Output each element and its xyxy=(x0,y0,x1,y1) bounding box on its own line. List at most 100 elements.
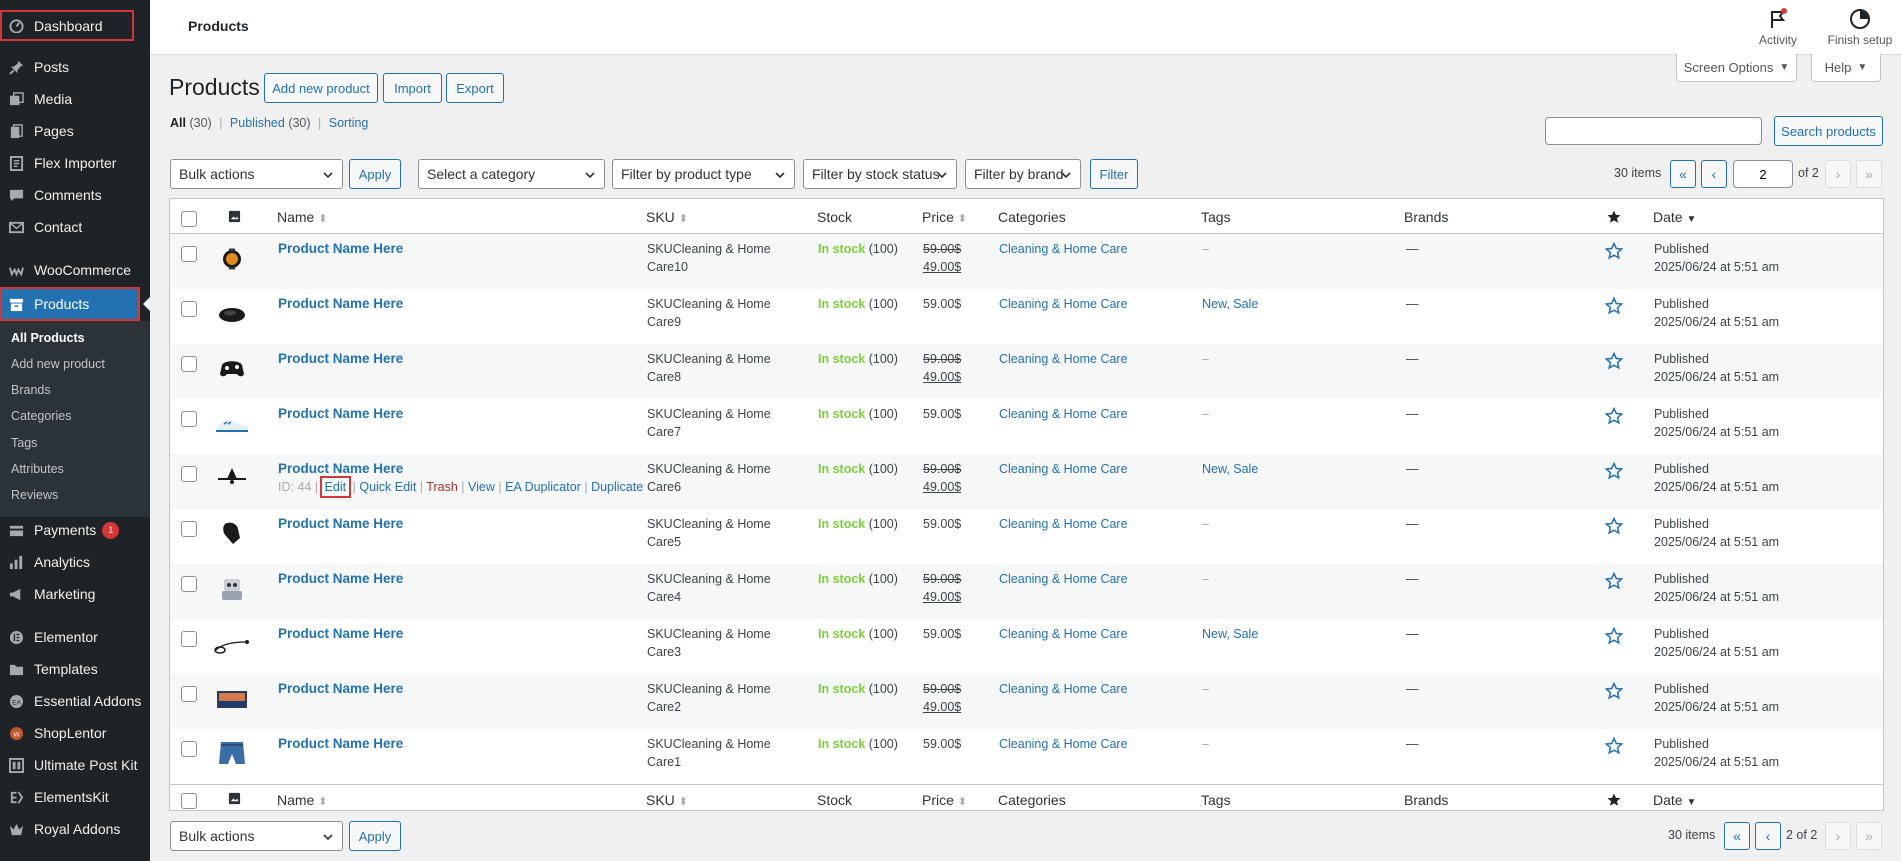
row-checkbox[interactable] xyxy=(181,576,197,592)
next-page-button-bottom[interactable]: › xyxy=(1825,822,1851,850)
screen-options-button[interactable]: Screen Options ▼ xyxy=(1676,54,1797,82)
help-button[interactable]: Help ▼ xyxy=(1811,54,1881,82)
glove-icon[interactable] xyxy=(216,518,248,550)
star-outline-icon[interactable] xyxy=(1605,682,1623,700)
row-checkbox[interactable] xyxy=(181,356,197,372)
product-name-link[interactable]: Product Name Here xyxy=(278,350,403,368)
next-page-button[interactable]: › xyxy=(1825,160,1851,188)
row-checkbox[interactable] xyxy=(181,686,197,702)
submenu-brands[interactable]: Brands xyxy=(11,383,51,397)
submenu-tags[interactable]: Tags xyxy=(11,436,37,450)
tags-cell[interactable]: New, Sale xyxy=(1202,625,1258,643)
menu-shoplentor[interactable]: W ShopLentor xyxy=(0,718,150,748)
menu-elementor[interactable]: Elementor xyxy=(0,622,150,652)
menu-products[interactable]: Products xyxy=(0,287,140,321)
star-outline-icon[interactable] xyxy=(1605,407,1623,425)
column-price[interactable]: Price ⬍ xyxy=(922,209,967,225)
bulk-actions-select-bottom[interactable]: Bulk actions xyxy=(170,821,343,851)
category-link[interactable]: Cleaning & Home Care xyxy=(999,735,1128,753)
star-outline-icon[interactable] xyxy=(1605,517,1623,535)
apply-button-bottom[interactable]: Apply xyxy=(349,821,401,851)
view-sorting[interactable]: Sorting xyxy=(329,116,369,130)
submenu-all-products[interactable]: All Products xyxy=(11,331,85,345)
menu-essential-addons[interactable]: EA Essential Addons xyxy=(0,686,150,716)
filter-button[interactable]: Filter xyxy=(1090,159,1138,189)
ea-duplicator-link[interactable]: EA Duplicator xyxy=(505,480,581,494)
product-name-link[interactable]: Product Name Here xyxy=(278,680,403,698)
product-name-link[interactable]: Product Name Here xyxy=(278,570,403,588)
tv-icon[interactable] xyxy=(216,683,248,715)
menu-pages[interactable]: Pages xyxy=(0,116,150,146)
product-name-link[interactable]: Product Name Here xyxy=(278,295,403,313)
category-link[interactable]: Cleaning & Home Care xyxy=(999,350,1128,368)
column-sku[interactable]: SKU ⬍ xyxy=(646,209,688,225)
product-name-link[interactable]: Product Name Here xyxy=(278,240,403,258)
add-new-product-button[interactable]: Add new product xyxy=(264,73,378,103)
search-products-button[interactable]: Search products xyxy=(1774,116,1883,146)
prev-page-button[interactable]: ‹ xyxy=(1701,160,1727,188)
menu-payments[interactable]: Payments 1 xyxy=(0,515,150,545)
row-checkbox[interactable] xyxy=(181,411,197,427)
star-outline-icon[interactable] xyxy=(1605,462,1623,480)
category-link[interactable]: Cleaning & Home Care xyxy=(999,680,1128,698)
menu-comments[interactable]: Comments xyxy=(0,180,150,210)
tags-cell[interactable]: New, Sale xyxy=(1202,460,1258,478)
category-select[interactable]: Select a category xyxy=(418,159,605,189)
prev-page-button-bottom[interactable]: ‹ xyxy=(1755,822,1781,850)
mouse-icon[interactable] xyxy=(216,298,248,330)
submenu-categories[interactable]: Categories xyxy=(11,409,71,423)
star-outline-icon[interactable] xyxy=(1605,352,1623,370)
product-name-link[interactable]: Product Name Here xyxy=(278,735,403,753)
shorts-icon[interactable] xyxy=(216,738,248,770)
category-link[interactable]: Cleaning & Home Care xyxy=(999,625,1128,643)
column-date[interactable]: Date ▼ xyxy=(1653,792,1696,808)
current-page-input[interactable] xyxy=(1733,160,1793,188)
row-checkbox[interactable] xyxy=(181,741,197,757)
menu-contact[interactable]: Contact xyxy=(0,212,150,242)
menu-ultimate-post-kit[interactable]: Ultimate Post Kit xyxy=(0,750,150,780)
submenu-add-new-product[interactable]: Add new product xyxy=(11,357,105,371)
robot-icon[interactable] xyxy=(216,573,248,605)
last-page-button[interactable]: » xyxy=(1856,160,1882,188)
category-link[interactable]: Cleaning & Home Care xyxy=(999,405,1128,423)
apply-button[interactable]: Apply xyxy=(349,159,401,189)
column-name[interactable]: Name ⬍ xyxy=(277,209,327,225)
category-link[interactable]: Cleaning & Home Care xyxy=(999,570,1128,588)
star-outline-icon[interactable] xyxy=(1605,627,1623,645)
product-name-link[interactable]: Product Name Here xyxy=(278,515,403,533)
view-link[interactable]: View xyxy=(468,480,495,494)
watch-icon[interactable] xyxy=(216,243,248,275)
column-price[interactable]: Price ⬍ xyxy=(922,792,967,808)
column-date[interactable]: Date ▼ xyxy=(1653,209,1696,225)
brand-select[interactable]: Filter by brand xyxy=(965,159,1081,189)
activity-button[interactable]: Activity xyxy=(1748,8,1808,47)
submenu-reviews[interactable]: Reviews xyxy=(11,488,58,502)
import-button[interactable]: Import xyxy=(383,73,442,103)
export-button[interactable]: Export xyxy=(446,73,504,103)
tags-cell[interactable]: New, Sale xyxy=(1202,295,1258,313)
menu-analytics[interactable]: Analytics xyxy=(0,547,150,577)
view-published[interactable]: Published xyxy=(230,116,285,130)
quick-edit-link[interactable]: Quick Edit xyxy=(359,480,416,494)
star-outline-icon[interactable] xyxy=(1605,737,1623,755)
product-name-link[interactable]: Product Name Here xyxy=(278,460,403,478)
duplicate-link[interactable]: Duplicate xyxy=(591,480,643,494)
select-all-checkbox[interactable] xyxy=(181,211,197,227)
menu-royal-addons[interactable]: Royal Addons xyxy=(0,814,150,844)
menu-posts[interactable]: Posts xyxy=(0,52,150,82)
submenu-attributes[interactable]: Attributes xyxy=(11,462,64,476)
select-all-checkbox[interactable] xyxy=(181,793,197,809)
menu-woocommerce[interactable]: WooCommerce xyxy=(0,255,150,285)
bulk-actions-select[interactable]: Bulk actions xyxy=(170,159,343,189)
drone-icon[interactable] xyxy=(216,461,248,493)
row-checkbox[interactable] xyxy=(181,631,197,647)
product-name-link[interactable]: Product Name Here xyxy=(278,405,403,423)
menu-marketing[interactable]: Marketing xyxy=(0,579,150,609)
product-type-select[interactable]: Filter by product type xyxy=(612,159,795,189)
product-name-link[interactable]: Product Name Here xyxy=(278,625,403,643)
row-checkbox[interactable] xyxy=(181,301,197,317)
menu-templates[interactable]: Templates xyxy=(0,654,150,684)
search-input[interactable] xyxy=(1545,117,1762,145)
category-link[interactable]: Cleaning & Home Care xyxy=(999,460,1128,478)
edit-link[interactable]: Edit xyxy=(319,476,352,498)
